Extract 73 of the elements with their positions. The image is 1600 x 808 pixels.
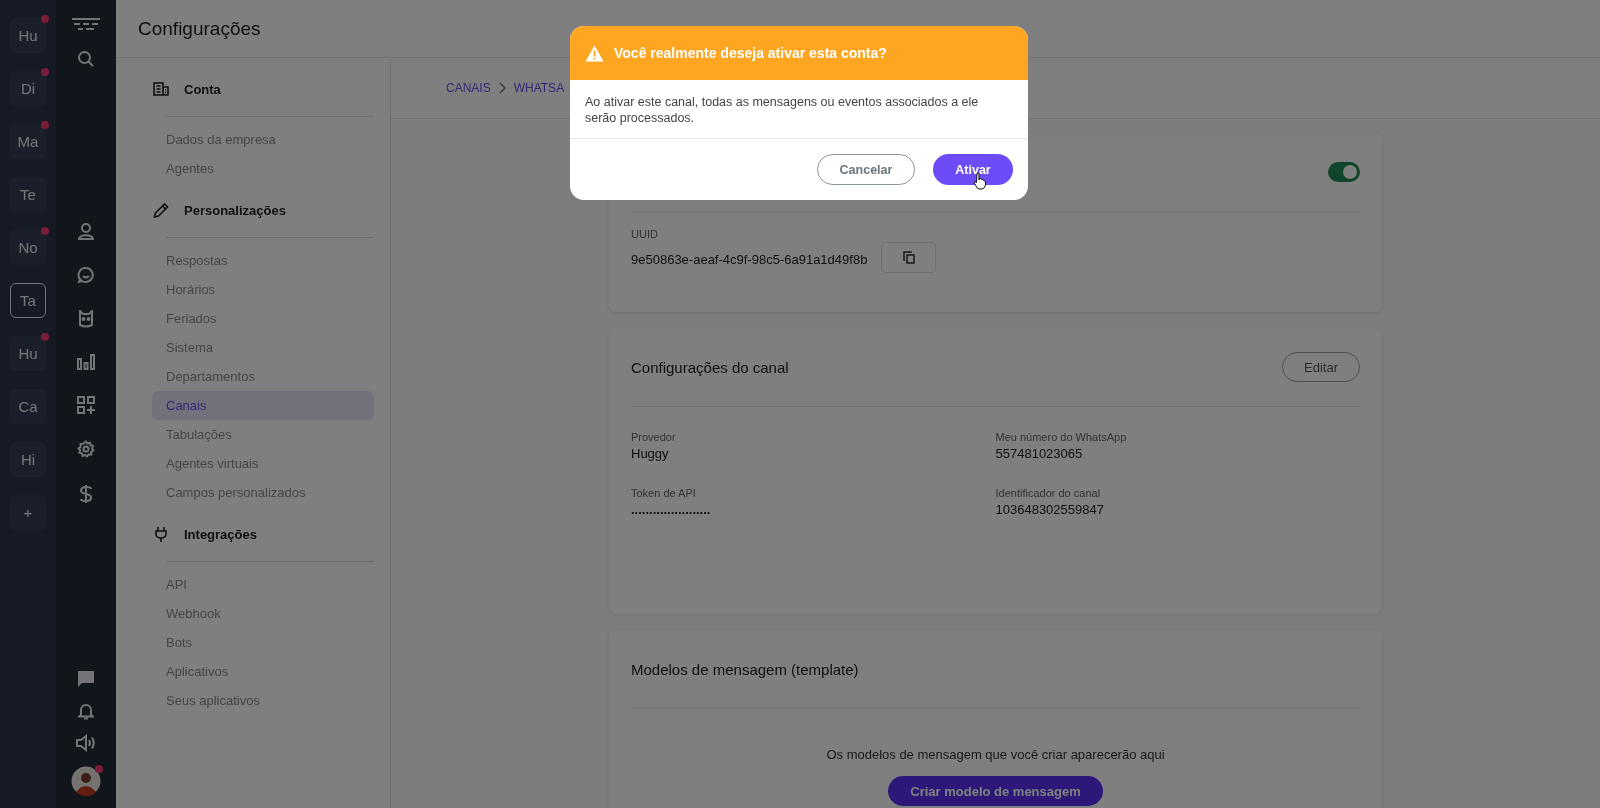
create-template-button[interactable]: Criar modelo de mensagem: [888, 776, 1103, 806]
dialog-message: Ao ativar este canal, todas as mensagens ou eventos associados a ele serão processados.: [570, 80, 1028, 139]
field-value: 103648302559847: [995, 502, 1105, 517]
dialog-title: Você realmente deseja ativar esta conta?: [614, 45, 887, 61]
menu-item[interactable]: Canais: [152, 391, 374, 420]
robot-icon[interactable]: [78, 310, 94, 328]
speaker-icon[interactable]: [76, 734, 96, 752]
section-title: Integrações: [184, 526, 257, 542]
workspace-button[interactable]: Ma: [10, 124, 46, 159]
workspace-button[interactable]: Hi: [10, 442, 46, 477]
section-title: Conta: [184, 81, 221, 97]
plug-icon: [152, 526, 170, 542]
field-label: Identificador do canal: [995, 487, 1102, 499]
field-label: Provedor: [631, 431, 677, 443]
menu-item[interactable]: Seus aplicativos: [152, 686, 374, 715]
section-title: Personalizações: [184, 202, 286, 218]
add-apps-icon[interactable]: [77, 396, 95, 414]
menu-item[interactable]: Agentes: [152, 154, 374, 183]
field-label: Token de API: [631, 487, 697, 499]
menu-item[interactable]: Aplicativos: [152, 657, 374, 686]
workspace-button[interactable]: Hu: [10, 336, 46, 371]
copy-icon: [902, 251, 915, 264]
menu-item[interactable]: Dados da empresa: [152, 125, 374, 154]
chevron-icon: [498, 82, 506, 94]
bell-icon[interactable]: [78, 702, 94, 720]
workspace-button[interactable]: Hu: [10, 18, 46, 53]
menu-item[interactable]: Agentes virtuais: [152, 449, 374, 478]
workspace-button[interactable]: Ca: [10, 389, 46, 424]
masked-token: ......................: [631, 502, 712, 517]
pencil-icon: [152, 202, 170, 218]
workspace-button[interactable]: Te: [10, 177, 46, 212]
menu-item[interactable]: API: [152, 570, 374, 599]
settings-icon[interactable]: [77, 440, 95, 458]
page-title: Configurações: [138, 17, 261, 40]
dollar-icon[interactable]: [79, 484, 93, 504]
field-value: 557481023065: [995, 446, 1084, 461]
logo-icon[interactable]: [72, 18, 100, 32]
message-icon[interactable]: [77, 670, 95, 688]
uuid-value: 9e50863e-aeaf-4c9f-98c5-6a91a1d49f8b: [631, 251, 868, 267]
card-title: Configurações do canal: [631, 358, 789, 376]
menu-item[interactable]: Campos personalizados: [152, 478, 374, 507]
user-icon[interactable]: [78, 222, 94, 240]
avatar[interactable]: [71, 766, 101, 796]
menu-item[interactable]: Sistema: [152, 333, 374, 362]
empty-message: Os modelos de mensagem que você criar aparecerão aqui: [825, 747, 1166, 762]
building-icon: [152, 82, 170, 96]
notification-dot: [95, 765, 103, 773]
bar-chart-icon[interactable]: [77, 354, 95, 370]
menu-item[interactable]: Bots: [152, 628, 374, 657]
menu-item[interactable]: Webhook: [152, 599, 374, 628]
add-workspace-button[interactable]: +: [10, 495, 46, 530]
menu-item[interactable]: Respostas: [152, 246, 374, 275]
workspace-button[interactable]: Di: [10, 71, 46, 106]
confirm-button[interactable]: Ativar: [933, 154, 1013, 185]
menu-item[interactable]: Feriados: [152, 304, 374, 333]
workspace-button[interactable]: No: [10, 230, 46, 265]
breadcrumb-link[interactable]: WHATSA: [513, 81, 565, 95]
workspace-button[interactable]: Ta: [10, 283, 46, 318]
field-label: UUID: [631, 228, 659, 240]
edit-button[interactable]: Editar: [1282, 352, 1360, 382]
menu-item[interactable]: Horários: [152, 275, 374, 304]
field-label: Meu número do WhatsApp: [995, 431, 1128, 443]
menu-item[interactable]: Departamentos: [152, 362, 374, 391]
search-icon[interactable]: [77, 50, 95, 68]
field-value: Huggy: [631, 446, 670, 461]
cancel-button[interactable]: Cancelar: [817, 154, 915, 185]
card-title: Modelos de mensagem (template): [631, 660, 859, 678]
menu-item[interactable]: Tabulações: [152, 420, 374, 449]
chat-icon[interactable]: [77, 266, 95, 284]
breadcrumb-link[interactable]: CANAIS: [446, 81, 491, 95]
warning-icon: [585, 44, 604, 62]
active-toggle[interactable]: [1328, 162, 1360, 182]
copy-button[interactable]: [881, 242, 937, 273]
